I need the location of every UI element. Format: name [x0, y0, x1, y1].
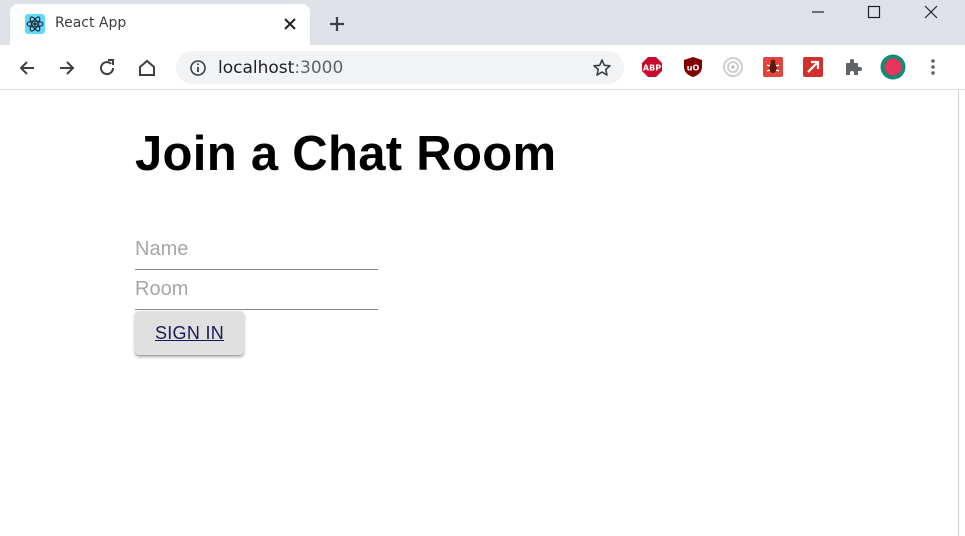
- browser-toolbar: localhost:3000 ABP uO: [0, 45, 965, 90]
- profile-avatar[interactable]: [880, 54, 906, 80]
- react-logo-icon: [25, 14, 45, 34]
- reload-icon[interactable]: [94, 55, 120, 81]
- window-edge: [958, 90, 965, 536]
- address-bar[interactable]: localhost:3000: [176, 51, 624, 84]
- room-input[interactable]: [135, 278, 378, 301]
- name-field: [135, 230, 378, 270]
- circle-extension[interactable]: [722, 56, 744, 78]
- name-input[interactable]: [135, 238, 378, 261]
- ublock-origin-extension[interactable]: uO: [682, 56, 704, 78]
- window-close-icon[interactable]: [903, 0, 959, 24]
- arrow-extension[interactable]: [802, 56, 824, 78]
- svg-text:uO: uO: [687, 64, 700, 73]
- tab-title: React App: [55, 15, 127, 31]
- page-content: Join a Chat Room SIGN IN: [0, 91, 958, 536]
- svg-text:ABP: ABP: [643, 64, 661, 73]
- url-text: localhost:3000: [218, 58, 343, 78]
- forward-arrow-icon[interactable]: [54, 55, 80, 81]
- browser-tab[interactable]: React App: [10, 4, 310, 45]
- info-icon[interactable]: [189, 59, 207, 77]
- url-host: localhost: [218, 58, 295, 78]
- plus-icon[interactable]: [326, 13, 348, 35]
- url-port: :3000: [294, 58, 344, 78]
- adblock-plus-extension[interactable]: ABP: [641, 56, 663, 78]
- home-icon[interactable]: [134, 55, 160, 81]
- room-field: [135, 270, 378, 310]
- page-title: Join a Chat Room: [135, 127, 557, 181]
- maximize-icon[interactable]: [846, 0, 902, 24]
- sign-in-button[interactable]: SIGN IN: [135, 311, 244, 355]
- menu-dots-icon[interactable]: [922, 56, 944, 78]
- minimize-icon[interactable]: [790, 0, 846, 24]
- tab-strip: React App: [0, 0, 965, 45]
- close-icon[interactable]: [280, 14, 300, 34]
- star-icon[interactable]: [591, 57, 613, 79]
- back-arrow-icon[interactable]: [14, 55, 40, 81]
- extensions-puzzle-icon[interactable]: [842, 56, 864, 78]
- bug-extension[interactable]: [762, 56, 784, 78]
